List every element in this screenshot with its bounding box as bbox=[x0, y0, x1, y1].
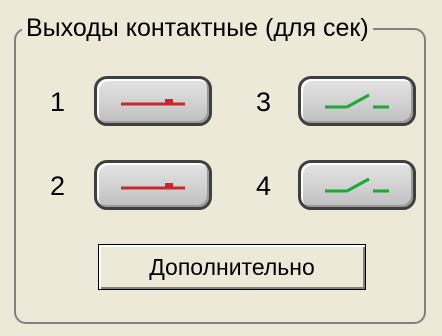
contact-open-icon bbox=[325, 93, 389, 109]
contact-closed-icon bbox=[121, 99, 185, 106]
output-3-label: 3 bbox=[256, 87, 272, 117]
contact-open-icon bbox=[325, 177, 389, 193]
groupbox-title: Выходы контактные (для сек) bbox=[22, 13, 373, 43]
output-2-label: 2 bbox=[50, 171, 66, 201]
output-1-label: 1 bbox=[50, 87, 66, 117]
output-1-toggle-button[interactable] bbox=[94, 76, 212, 126]
output-2-toggle-button[interactable] bbox=[94, 160, 212, 210]
output-4-label: 4 bbox=[256, 171, 272, 201]
additional-button[interactable]: Дополнительно bbox=[98, 244, 366, 290]
output-3-toggle-button[interactable] bbox=[298, 76, 416, 126]
output-4-toggle-button[interactable] bbox=[298, 160, 416, 210]
contact-closed-icon bbox=[121, 183, 185, 190]
